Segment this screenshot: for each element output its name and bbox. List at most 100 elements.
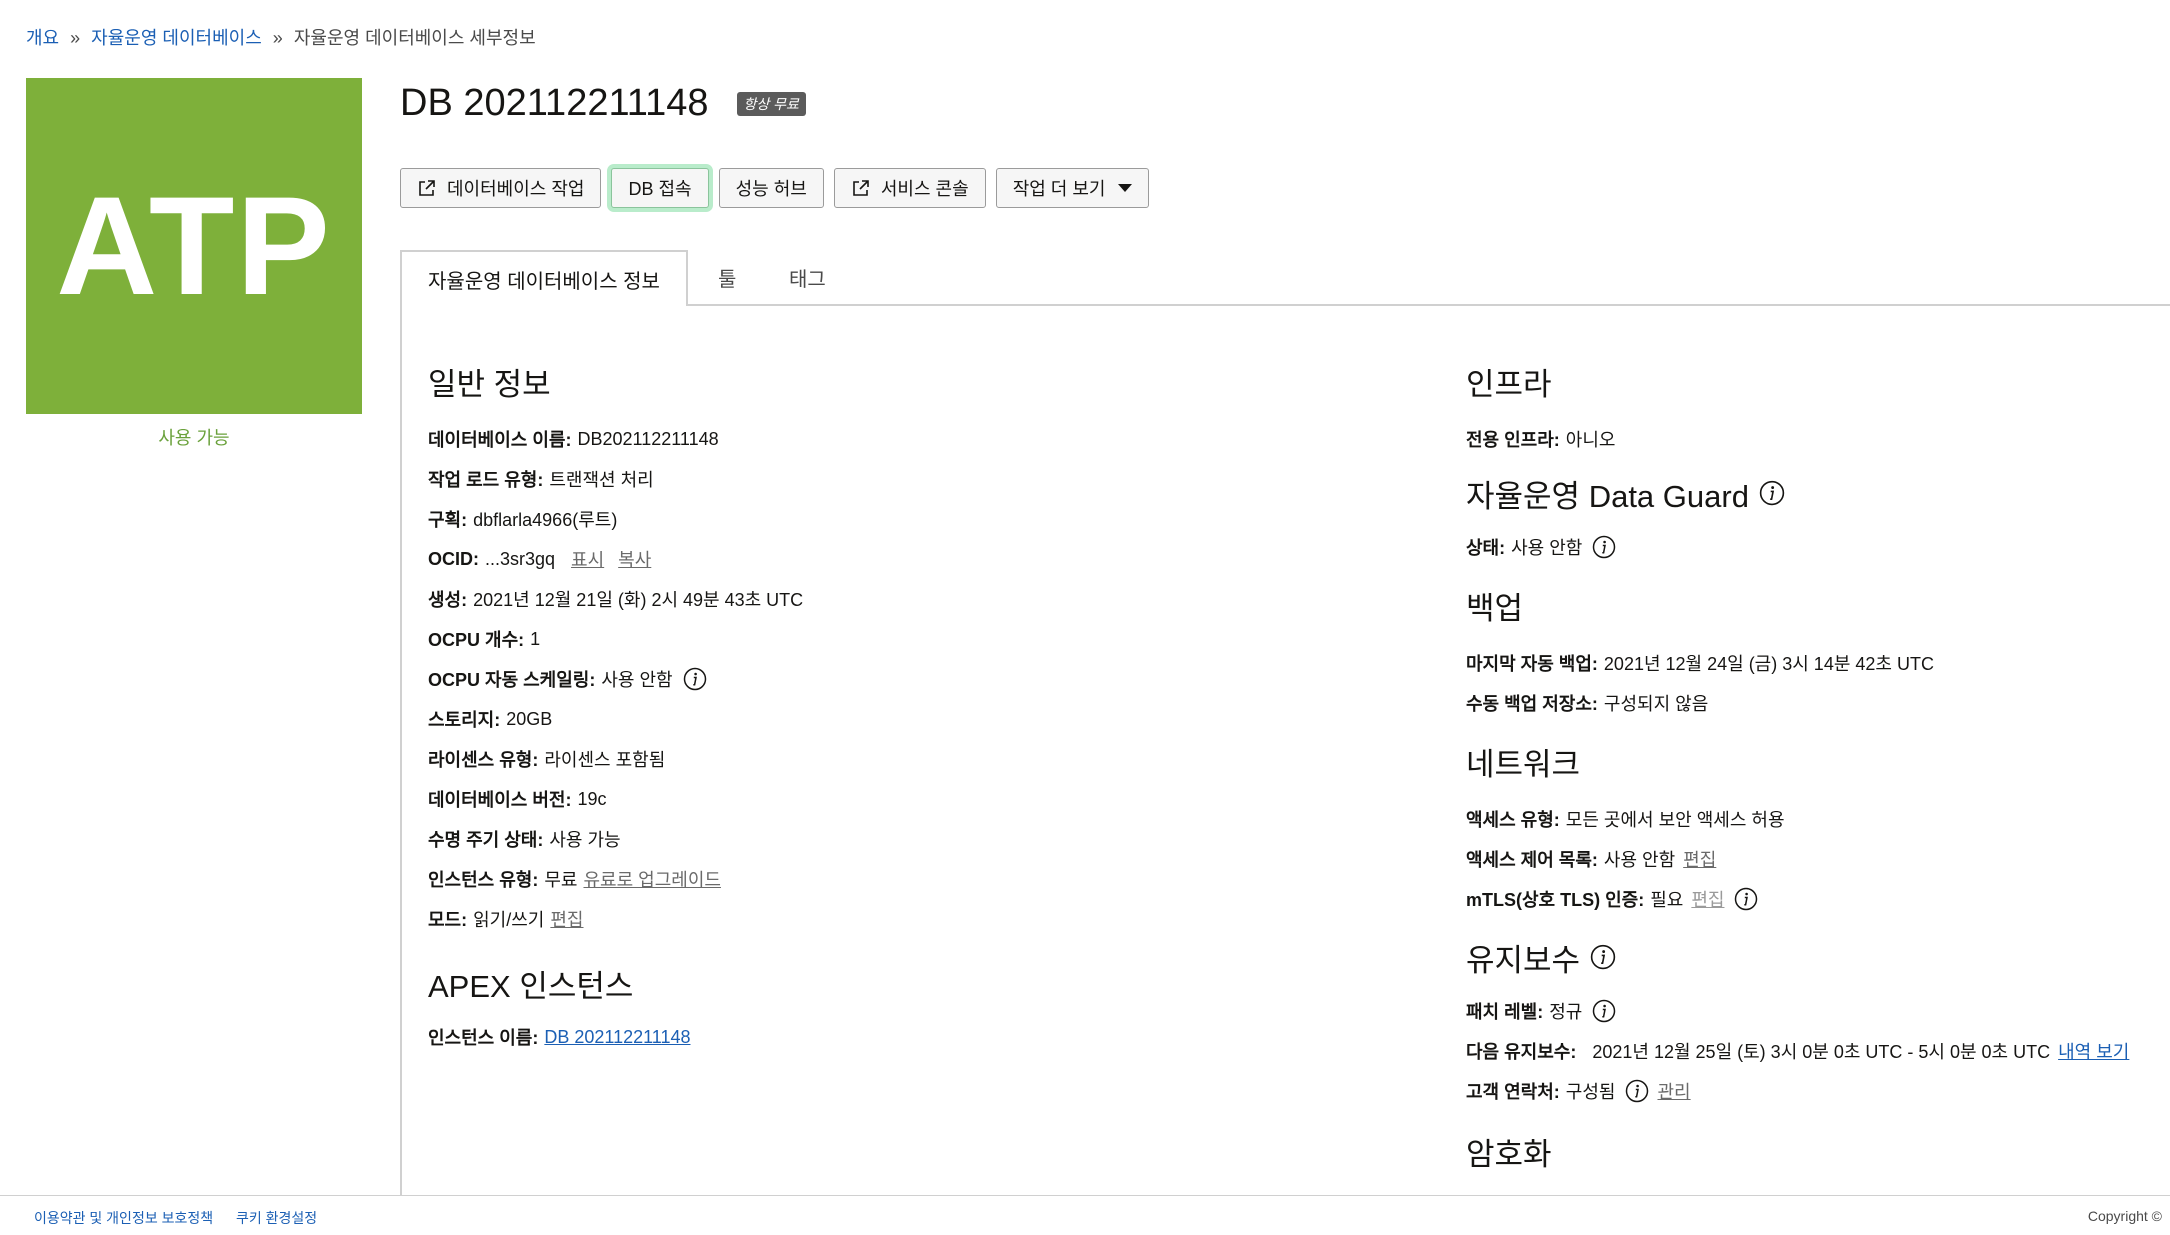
- info-row-mtls: mTLS(상호 TLS) 인증: 필요 편집: [1466, 879, 2166, 919]
- access-type-label: 액세스 유형:: [1466, 810, 1560, 830]
- info-icon[interactable]: [1734, 887, 1758, 911]
- ocpu-autoscale-value: 사용 안함: [601, 670, 673, 690]
- tab-autonomous-db-info[interactable]: 자율운영 데이터베이스 정보: [400, 250, 688, 306]
- manual-backup-label: 수동 백업 저장소:: [1466, 694, 1598, 714]
- info-row-storage: 스토리지: 20GB: [428, 699, 1378, 739]
- info-row-ocpu-autoscale: OCPU 자동 스케일링: 사용 안함: [428, 659, 1378, 699]
- compartment-label: 구획:: [428, 510, 468, 530]
- created-value: 2021년 12월 21일 (화) 2시 49분 43초 UTC: [473, 590, 804, 610]
- breadcrumb-link-overview[interactable]: 개요: [26, 28, 59, 48]
- info-icon[interactable]: [1592, 535, 1616, 559]
- data-guard-title: 자율운영 Data Guard: [1466, 478, 1749, 514]
- detail-tabs: 자율운영 데이터베이스 정보 툴 태그: [400, 250, 2170, 306]
- workload-label: 작업 로드 유형:: [428, 470, 544, 490]
- apex-heading: APEX 인스턴스: [428, 968, 634, 1004]
- ocid-copy-link[interactable]: 복사: [618, 546, 651, 572]
- manual-backup-value: 구성되지 않음: [1603, 694, 1709, 714]
- mode-edit-link[interactable]: 편집: [550, 906, 583, 932]
- info-row-mode: 모드: 읽기/쓰기 편집: [428, 899, 1378, 939]
- more-actions-label: 작업 더 보기: [1012, 179, 1106, 199]
- instance-type-value: 무료: [544, 870, 578, 890]
- acl-value: 사용 안함: [1603, 850, 1676, 870]
- info-row-ocpu-count: OCPU 개수: 1: [428, 619, 1378, 659]
- database-actions-button[interactable]: 데이터베이스 작업: [400, 168, 602, 208]
- external-link-icon: [419, 180, 435, 196]
- data-guard-heading: 자율운영 Data Guard: [1466, 467, 2166, 519]
- chevron-down-icon: [1117, 184, 1132, 192]
- patch-level-label: 패치 레벨:: [1466, 1002, 1544, 1022]
- info-row-last-backup: 마지막 자동 백업: 2021년 12월 24일 (금) 3시 14분 42초 …: [1466, 643, 2166, 683]
- customer-contact-manage-link[interactable]: 관리: [1657, 1078, 1690, 1104]
- info-row-workload: 작업 로드 유형: 트랜잭션 처리: [428, 459, 1378, 499]
- page-header: DB 202112211148 항상 무료: [400, 82, 806, 125]
- cookie-preferences-link[interactable]: 쿠키 환경설정: [236, 1208, 317, 1228]
- breadcrumb-link-autonomous-db[interactable]: 자율운영 데이터베이스: [91, 28, 262, 48]
- compartment-value: dbflarla4966(루트): [473, 510, 618, 530]
- info-icon[interactable]: [1590, 944, 1616, 970]
- db-connect-button[interactable]: DB 접속: [611, 168, 709, 208]
- info-icon[interactable]: [1759, 480, 1785, 506]
- encryption-heading: 암호화: [1466, 1136, 1552, 1172]
- info-row-ocid: OCID: ...3sr3gq 표시 복사: [428, 539, 1378, 579]
- license-value: 라이센스 포함됨: [544, 750, 666, 770]
- info-row-next-maintenance: 다음 유지보수: 2021년 12월 25일 (토) 3시 0분 0초 UTC …: [1466, 1031, 2166, 1071]
- ocid-value: ...3sr3gq: [485, 548, 556, 569]
- terms-privacy-link[interactable]: 이용약관 및 개인정보 보호정책: [34, 1208, 213, 1228]
- performance-hub-label: 성능 허브: [735, 179, 807, 199]
- info-row-patch-level: 패치 레벨: 정규: [1466, 991, 2166, 1031]
- atp-logo-text: ATP: [56, 167, 332, 324]
- performance-hub-button[interactable]: 성능 허브: [718, 168, 824, 208]
- more-actions-button[interactable]: 작업 더 보기: [995, 168, 1149, 208]
- db-name-label: 데이터베이스 이름:: [428, 430, 572, 450]
- info-row-acl: 액세스 제어 목록: 사용 안함 편집: [1466, 839, 2166, 879]
- action-toolbar: 데이터베이스 작업 DB 접속 성능 허브 서비스 콘솔 작업 더 보기: [400, 168, 1149, 208]
- breadcrumb-separator: »: [272, 28, 283, 48]
- storage-label: 스토리지:: [428, 710, 501, 730]
- view-history-link[interactable]: 내역 보기: [2058, 1038, 2129, 1064]
- mode-value: 읽기/쓰기: [473, 910, 545, 930]
- always-free-badge: 항상 무료: [736, 91, 806, 116]
- instance-type-label: 인스턴스 유형:: [428, 870, 539, 890]
- infrastructure-heading: 인프라: [1466, 366, 1552, 402]
- tab-tags[interactable]: 태그: [789, 250, 826, 304]
- info-icon[interactable]: [1592, 999, 1616, 1023]
- access-type-value: 모든 곳에서 보안 액세스 허용: [1565, 810, 1785, 830]
- patch-level-value: 정규: [1549, 1002, 1583, 1022]
- maintenance-title: 유지보수: [1466, 942, 1581, 978]
- ocpu-count-value: 1: [530, 628, 541, 649]
- upgrade-to-paid-link[interactable]: 유료로 업그레이드: [583, 866, 720, 892]
- license-label: 라이센스 유형:: [428, 750, 539, 770]
- network-heading: 네트워크: [1466, 746, 1581, 782]
- content-left-border: [400, 300, 402, 1195]
- service-console-label: 서비스 콘솔: [880, 179, 969, 199]
- info-row-data-guard-status: 상태: 사용 안함: [1466, 527, 2166, 567]
- general-info-heading: 일반 정보: [428, 366, 551, 402]
- copyright-text: Copyright ©: [2087, 1208, 2162, 1224]
- database-actions-label: 데이터베이스 작업: [447, 179, 585, 199]
- lifecycle-status-label: 사용 가능: [158, 428, 230, 448]
- last-backup-label: 마지막 자동 백업:: [1466, 654, 1598, 674]
- customer-contact-value: 구성됨: [1565, 1082, 1616, 1102]
- info-row-db-version: 데이터베이스 버전: 19c: [428, 779, 1378, 819]
- info-icon[interactable]: [1625, 1079, 1649, 1103]
- next-maintenance-value: 2021년 12월 25일 (토) 3시 0분 0초 UTC - 5시 0분 0…: [1592, 1042, 2051, 1062]
- mode-label: 모드:: [428, 910, 468, 930]
- info-row-compartment: 구획: dbflarla4966(루트): [428, 499, 1378, 539]
- lifecycle-label: 수명 주기 상태:: [428, 830, 544, 850]
- left-info-column: 일반 정보 데이터베이스 이름: DB202112211148 작업 로드 유형…: [428, 355, 1378, 1057]
- service-console-button[interactable]: 서비스 콘솔: [833, 168, 986, 208]
- ocpu-autoscale-label: OCPU 자동 스케일링:: [428, 670, 596, 690]
- apex-instance-link[interactable]: DB 202112211148: [544, 1027, 690, 1048]
- info-row-dedicated-infra: 전용 인프라: 아니오: [1466, 419, 2166, 459]
- atp-logo-tile: ATP: [26, 78, 362, 414]
- acl-edit-link[interactable]: 편집: [1683, 846, 1716, 872]
- tab-tools[interactable]: 툴: [718, 250, 736, 304]
- acl-label: 액세스 제어 목록:: [1466, 850, 1598, 870]
- info-row-lifecycle: 수명 주기 상태: 사용 가능: [428, 819, 1378, 859]
- info-icon[interactable]: [683, 667, 707, 691]
- db-connect-label: DB 접속: [628, 179, 692, 199]
- mtls-edit-link[interactable]: 편집: [1691, 886, 1724, 912]
- ocid-label: OCID:: [428, 548, 479, 569]
- maintenance-heading: 유지보수: [1466, 931, 2166, 983]
- ocid-show-link[interactable]: 표시: [571, 546, 604, 572]
